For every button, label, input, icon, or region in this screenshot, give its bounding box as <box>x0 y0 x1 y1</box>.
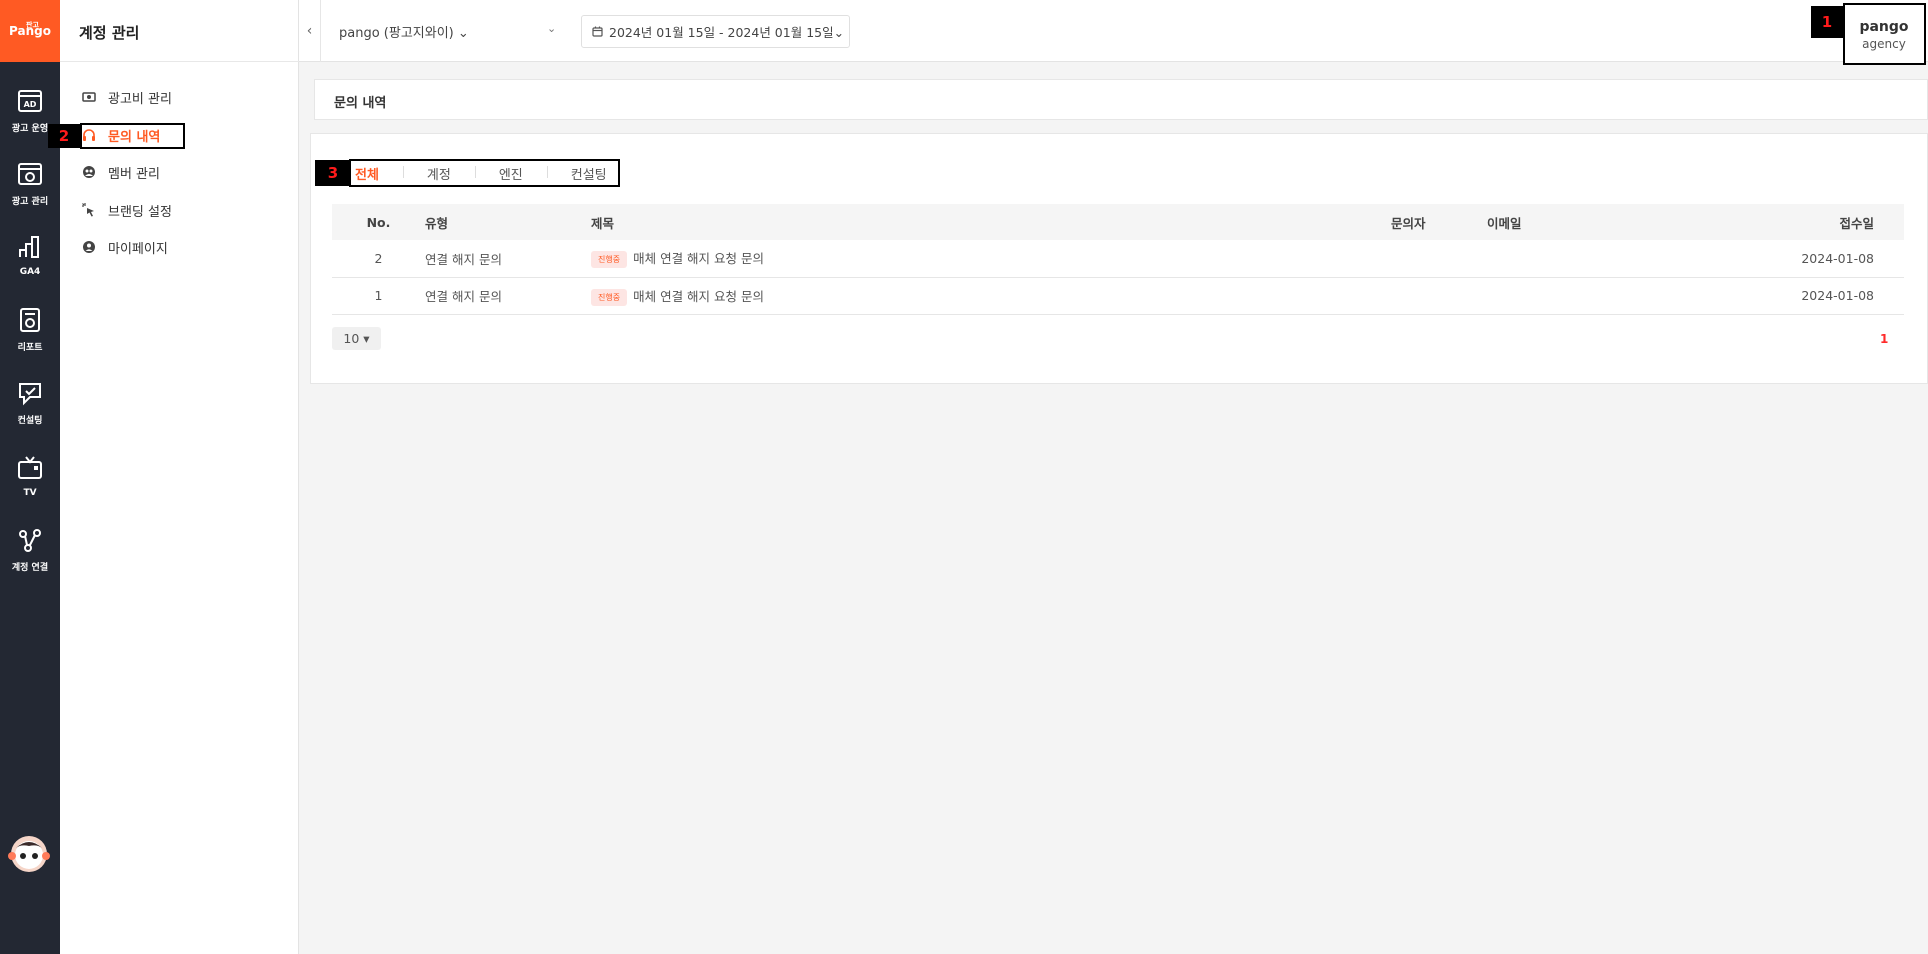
rail-item-consulting[interactable]: 컨설팅 <box>0 379 60 426</box>
rail-label: 컨설팅 <box>17 416 43 426</box>
callout-outline-inquiries <box>80 123 185 149</box>
status-badge: 진행중 <box>591 251 628 269</box>
table-row[interactable]: 1 연결 해지 문의 진행중 매체 연결 해지 요청 문의 2024-01-08 <box>332 277 1904 315</box>
sidebar-item-branding[interactable]: 브랜딩 설정 <box>82 199 172 221</box>
pointer-sparkle-icon <box>82 203 94 217</box>
svg-text:AD: AD <box>24 100 37 109</box>
chevron-left-icon: ‹ <box>306 23 313 39</box>
sidebar-item-label: 광고비 관리 <box>108 91 172 107</box>
rail-label: TV <box>23 488 37 498</box>
cell-type: 연결 해지 문의 <box>425 240 591 278</box>
column-header-type[interactable]: 유형 <box>425 204 591 240</box>
callout-marker-2: 2 <box>48 124 80 148</box>
column-header-email[interactable]: 이메일 <box>1487 204 1787 240</box>
breadcrumb: 문의 내역 <box>314 79 1928 120</box>
cell-title[interactable]: 진행중 매체 연결 해지 요청 문의 <box>591 277 1391 315</box>
top-bar: ‹ pango (팡고지와이) ⌄ ⌄ 2024년 01월 15일 - 2024… <box>299 0 1928 65</box>
cell-no: 1 <box>332 277 425 315</box>
sidebar-header: 계정 관리 <box>60 0 299 62</box>
ad-icon: AD <box>18 90 42 112</box>
sidebar-item-mypage[interactable]: 마이페이지 <box>82 236 168 258</box>
money-icon <box>82 92 96 102</box>
logo-small-text: 판고 <box>26 21 39 29</box>
cell-email <box>1487 240 1787 278</box>
page-size-select[interactable]: 10 ▾ <box>332 327 381 350</box>
rail-item-ad-management[interactable]: 광고 관리 <box>0 160 60 207</box>
callout-outline-user <box>1843 3 1926 65</box>
sidebar-item-members[interactable]: 멤버 관리 <box>82 161 160 183</box>
calendar-icon <box>592 26 603 37</box>
rail-item-ga4[interactable]: GA4 <box>0 233 60 277</box>
status-badge: 진행중 <box>591 288 628 306</box>
cell-date: 2024-01-08 <box>1787 277 1904 315</box>
chatbot-icon[interactable] <box>7 834 51 874</box>
connect-icon <box>19 529 41 552</box>
date-range-text: 2024년 01월 15일 - 2024년 01월 15일⌄ <box>609 25 845 40</box>
inquiry-table: No. 유형 제목 문의자 이메일 접수일 2 연결 해지 문의 진행중매체 연… <box>332 204 1904 315</box>
members-icon <box>83 166 95 178</box>
rail-label: GA4 <box>19 267 41 277</box>
sidebar-item-label: 마이페이지 <box>108 241 168 257</box>
pango-logo[interactable]: Pango 판고 <box>0 0 60 62</box>
user-circle-icon <box>83 241 95 253</box>
rail-label: 광고 관리 <box>11 197 49 207</box>
column-header-no[interactable]: No. <box>332 204 425 240</box>
tv-icon <box>18 456 42 479</box>
rail-label: 리포트 <box>17 343 43 353</box>
rail-item-account-connect[interactable]: 계정 연결 <box>0 526 60 573</box>
rail-item-report[interactable]: 리포트 <box>0 306 60 353</box>
gear-box-icon <box>18 163 42 185</box>
sidebar-item-label: 멤버 관리 <box>108 166 160 182</box>
cell-email <box>1487 277 1787 315</box>
cell-inquirer <box>1391 277 1487 315</box>
cell-no: 2 <box>332 240 425 278</box>
chevron-down-icon[interactable]: ⌄ <box>547 22 556 35</box>
table-row[interactable]: 2 연결 해지 문의 진행중 매체 연결 해지 요청 문의 2024-01-08 <box>332 240 1904 278</box>
cell-title[interactable]: 진행중 매체 연결 해지 요청 문의 <box>591 240 1391 278</box>
page-title: 문의 내역 <box>334 96 387 111</box>
page-number-1[interactable]: 1 <box>1880 332 1888 346</box>
sidebar-title: 계정 관리 <box>79 24 140 42</box>
cell-inquirer <box>1391 240 1487 278</box>
report-icon <box>20 308 40 332</box>
date-range-picker[interactable]: 2024년 01월 15일 - 2024년 01월 15일⌄ <box>581 15 850 48</box>
column-header-title[interactable]: 제목 <box>591 204 1391 240</box>
sidebar-item-ad-spend[interactable]: 광고비 관리 <box>82 86 172 108</box>
bar-chart-icon <box>19 236 39 258</box>
cell-type: 연결 해지 문의 <box>425 277 591 315</box>
callout-marker-1: 1 <box>1811 6 1843 38</box>
account-selector[interactable]: pango (팡고지와이) ⌄ <box>339 22 469 41</box>
table-header-row: No. 유형 제목 문의자 이메일 접수일 <box>332 204 1904 240</box>
sidebar-collapse-button[interactable]: ‹ <box>299 0 321 62</box>
rail-label: 계정 연결 <box>11 563 49 573</box>
column-header-inquirer[interactable]: 문의자 <box>1391 204 1487 240</box>
inquiry-title[interactable]: 매체 연결 해지 요청 문의 <box>633 251 764 266</box>
sidebar-item-label: 브랜딩 설정 <box>108 204 172 220</box>
column-header-date[interactable]: 접수일 <box>1787 204 1904 240</box>
callout-outline-tabs <box>349 159 620 187</box>
rail-item-tv[interactable]: TV <box>0 454 60 498</box>
callout-marker-3: 3 <box>315 160 351 186</box>
inquiry-title[interactable]: 매체 연결 해지 요청 문의 <box>633 289 764 304</box>
consulting-icon <box>19 383 41 406</box>
cell-date: 2024-01-08 <box>1787 240 1904 278</box>
